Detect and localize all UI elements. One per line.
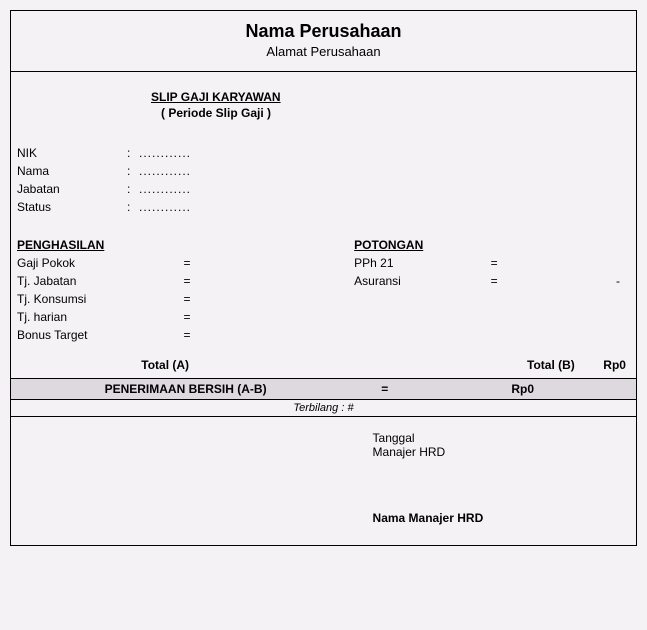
tj-jabatan-label: Tj. Jabatan bbox=[17, 274, 177, 288]
info-row-status: Status : ............ bbox=[17, 200, 636, 214]
colon: : bbox=[127, 146, 139, 160]
nama-label: Nama bbox=[17, 164, 127, 178]
colon: : bbox=[127, 200, 139, 214]
eq: = bbox=[177, 292, 197, 306]
bonus-label: Bonus Target bbox=[17, 328, 177, 342]
total-b-label: Total (B) bbox=[489, 358, 575, 372]
gaji-pokok-label: Gaji Pokok bbox=[17, 256, 177, 270]
pph21-label: PPh 21 bbox=[354, 256, 484, 270]
row-tj-konsumsi: Tj. Konsumsi = bbox=[17, 292, 354, 306]
signature-role: Manajer HRD bbox=[373, 445, 630, 459]
jabatan-label: Jabatan bbox=[17, 182, 127, 196]
company-address: Alamat Perusahaan bbox=[11, 44, 636, 59]
spacer bbox=[207, 358, 489, 372]
row-gaji-pokok: Gaji Pokok = bbox=[17, 256, 354, 270]
employee-info: NIK : ............ Nama : ............ J… bbox=[11, 128, 636, 228]
net-row: PENERIMAAN BERSIH (A-B) = Rp0 bbox=[11, 378, 636, 400]
tj-konsumsi-label: Tj. Konsumsi bbox=[17, 292, 177, 306]
asuransi-label: Asuransi bbox=[354, 274, 484, 288]
info-row-jabatan: Jabatan : ............ bbox=[17, 182, 636, 196]
header: Nama Perusahaan Alamat Perusahaan bbox=[11, 11, 636, 72]
slip-period: ( Periode Slip Gaji ) bbox=[11, 106, 636, 120]
signature-name: Nama Manajer HRD bbox=[373, 511, 630, 525]
row-tj-harian: Tj. harian = bbox=[17, 310, 354, 324]
total-b-value: Rp0 bbox=[575, 358, 630, 372]
colon: : bbox=[127, 182, 139, 196]
net-label: PENERIMAAN BERSIH (A-B) bbox=[17, 382, 354, 396]
eq: = bbox=[177, 274, 197, 288]
row-bonus: Bonus Target = bbox=[17, 328, 354, 342]
colon: : bbox=[127, 164, 139, 178]
slip-title: SLIP GAJI KARYAWAN bbox=[11, 90, 636, 104]
asuransi-value: - bbox=[504, 274, 630, 288]
terbilang-row: Terbilang : # bbox=[11, 400, 636, 417]
amounts-block: PENGHASILAN Gaji Pokok = Tj. Jabatan = T… bbox=[11, 228, 636, 354]
tj-harian-label: Tj. harian bbox=[17, 310, 177, 324]
company-name: Nama Perusahaan bbox=[11, 21, 636, 42]
title-block: SLIP GAJI KARYAWAN ( Periode Slip Gaji ) bbox=[11, 72, 636, 128]
earnings-column: PENGHASILAN Gaji Pokok = Tj. Jabatan = T… bbox=[17, 238, 354, 346]
row-tj-jabatan: Tj. Jabatan = bbox=[17, 274, 354, 288]
eq: = bbox=[177, 310, 197, 324]
nama-value: ............ bbox=[139, 164, 191, 178]
net-value: Rp0 bbox=[415, 382, 630, 396]
row-pph21: PPh 21 = bbox=[354, 256, 630, 270]
eq: = bbox=[177, 256, 197, 270]
eq: = bbox=[177, 328, 197, 342]
deductions-heading: POTONGAN bbox=[354, 238, 630, 252]
net-eq: = bbox=[354, 382, 415, 396]
payslip-container: Nama Perusahaan Alamat Perusahaan SLIP G… bbox=[10, 10, 637, 546]
signature-date: Tanggal bbox=[373, 431, 630, 445]
nik-value: ............ bbox=[139, 146, 191, 160]
totals-row: Total (A) Total (B) Rp0 bbox=[11, 354, 636, 378]
eq: = bbox=[484, 256, 504, 270]
terbilang-text: Terbilang : # bbox=[293, 402, 353, 414]
signature-block: Tanggal Manajer HRD Nama Manajer HRD bbox=[11, 417, 636, 545]
earnings-heading: PENGHASILAN bbox=[17, 238, 354, 252]
nik-label: NIK bbox=[17, 146, 127, 160]
total-a-label: Total (A) bbox=[17, 358, 207, 372]
info-row-nik: NIK : ............ bbox=[17, 146, 636, 160]
jabatan-value: ............ bbox=[139, 182, 191, 196]
deductions-column: POTONGAN PPh 21 = Asuransi = - bbox=[354, 238, 630, 346]
status-value: ............ bbox=[139, 200, 191, 214]
eq: = bbox=[484, 274, 504, 288]
status-label: Status bbox=[17, 200, 127, 214]
row-asuransi: Asuransi = - bbox=[354, 274, 630, 288]
info-row-nama: Nama : ............ bbox=[17, 164, 636, 178]
